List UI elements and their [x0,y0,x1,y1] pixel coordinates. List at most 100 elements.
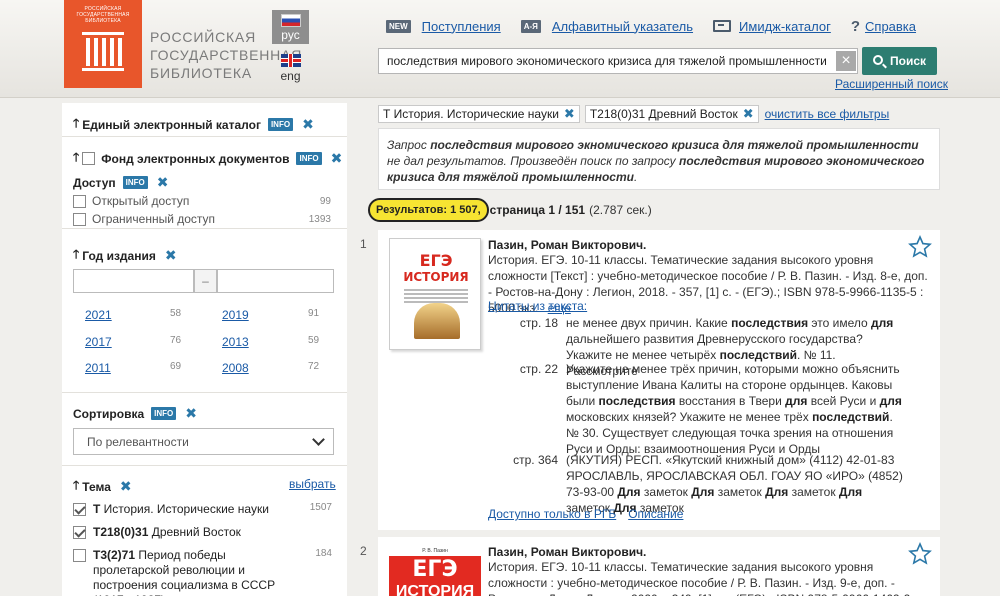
sort-title-row: Сортировка INFO ✖ [73,405,197,422]
search-input[interactable] [379,49,834,73]
access-title-row: Доступ INFO ✖ [73,174,169,191]
year-count: 76 [170,335,182,346]
sort-select[interactable]: По релевантности [73,428,334,455]
search-icon [872,55,883,65]
year-link[interactable]: 2019 [222,308,249,322]
result-card: ЕГЭ ИСТОРИЯ Пазин, Роман Викторович. Исто… [378,230,940,530]
result-number: 2 [360,544,367,558]
chevron-down-icon [312,433,325,446]
result-description: История. ЕГЭ. 10-11 классы. Тематические… [488,560,917,596]
collapse-arrow-icon: 🡑 [73,478,80,492]
description-link[interactable]: Описание [628,507,683,521]
collapse-arrow-icon: 🡑 [73,150,80,164]
info-badge[interactable]: INFO [122,176,148,189]
fund-section: 🡑 Фонд электронных документов INFO ✖ Дос… [62,137,347,229]
nav-new-arrivals-link[interactable]: Поступления [422,19,501,34]
collapse-arrow-icon: 🡑 [73,247,80,261]
year-count: 69 [170,361,182,372]
year-to-input[interactable] [217,269,334,293]
year-range-dash: – [194,269,217,293]
results-summary: Результатов: 1 507, страница 1 / 151 (2.… [368,197,652,223]
russia-flag-icon [280,14,301,27]
book-cover[interactable]: ЕГЭ ИСТОРИЯ [389,238,481,350]
theme-choose-link[interactable]: выбрать [289,477,336,491]
new-badge: NEW [386,19,411,33]
year-from-input[interactable] [73,269,194,293]
access-option-restricted[interactable]: Ограниченный доступ 1393 [73,212,331,226]
nav-alphabetical-index-link[interactable]: Алфавитный указатель [552,19,693,34]
divider [62,465,347,466]
clear-search-icon[interactable]: × [836,51,856,71]
year-link[interactable]: 2011 [85,361,111,375]
cover-illustration [414,303,460,339]
top-navigation: NEW Поступления А-Я Алфавитный указатель… [386,17,936,35]
info-badge[interactable]: INFO [296,152,322,165]
remove-icon[interactable]: ✖ [120,478,132,495]
uk-flag-icon [280,54,301,67]
remove-icon[interactable]: ✖ [157,174,169,191]
nav-image-catalog[interactable]: Имидж-каталог [713,19,831,34]
filter-chip[interactable]: Т История. Исторические науки ✖ [378,105,580,123]
info-badge[interactable]: INFO [267,118,294,131]
year-link[interactable]: 2017 [85,335,112,349]
checkbox[interactable] [73,549,86,562]
catalog-title-row[interactable]: 🡑 Единый электронный каталог INFO ✖ [73,114,314,135]
result-author: Пазин, Роман Викторович. [488,545,647,559]
active-filters: Т История. Исторические науки ✖ Т218(0)3… [378,105,889,123]
advanced-search-link[interactable]: Расширенный поиск [835,77,948,91]
fund-checkbox[interactable] [82,152,96,165]
book-cover[interactable]: Р. В. Пазин ЕГЭ ИСТОРИЯ [389,547,481,596]
catalog-section: 🡑 Единый электронный каталог INFO ✖ [62,103,347,137]
site-header: РОССИЙСКАЯ ГОСУДАРСТВЕННАЯ БИБЛИОТЕКА РО… [0,0,1000,98]
year-link[interactable]: 2013 [222,335,249,349]
year-count: 58 [170,308,182,319]
checkbox[interactable] [73,526,86,539]
query-correction-notice: Запрос последствия мирового экномическог… [378,128,940,190]
logo-text: РОССИЙСКАЯ ГОСУДАРСТВЕННАЯ БИБЛИОТЕКА [76,6,130,24]
year-title-row[interactable]: 🡑 Год издания ✖ [73,245,177,266]
year-count: 72 [308,361,320,372]
checkbox[interactable] [73,212,86,226]
quote-text: Укажите не менее трёх причин, которыми м… [566,362,902,456]
search-box [378,48,858,74]
filter-chip[interactable]: Т218(0)31 Древний Восток ✖ [584,105,759,123]
year-link[interactable]: 2008 [222,361,249,375]
info-badge[interactable]: INFO [151,407,177,420]
clear-all-filters-link[interactable]: очистить все фильтры [765,107,890,121]
remove-icon[interactable]: ✖ [302,116,314,133]
filters-sidebar: 🡑 Единый электронный каталог INFO ✖ 🡑 Фо… [62,103,347,596]
search-time: (2.787 сек.) [589,203,652,217]
nav-new-arrivals[interactable]: NEW Поступления [386,19,501,34]
nav-help[interactable]: ? Справка [851,18,916,35]
quotes-link[interactable]: Цитаты из текста: [488,299,587,313]
remove-icon[interactable]: ✖ [185,405,197,422]
search-button[interactable]: Поиск [862,47,937,75]
remove-icon[interactable]: ✖ [165,247,177,264]
remove-filter-icon[interactable]: ✖ [743,106,754,122]
divider [62,392,347,393]
year-count: 59 [308,335,320,346]
nav-image-catalog-link[interactable]: Имидж-каталог [739,19,831,34]
language-ru-button[interactable]: рус [272,10,309,44]
rgb-logo[interactable]: РОССИЙСКАЯ ГОСУДАРСТВЕННАЯ БИБЛИОТЕКА [64,0,142,88]
language-en-button[interactable]: eng [272,54,309,83]
year-count: 91 [308,308,320,319]
checkbox[interactable] [73,194,86,208]
result-card: Р. В. Пазин ЕГЭ ИСТОРИЯ Пазин, Роман Вик… [378,537,940,596]
available-in-rgb-link[interactable]: Доступно только в РГБ [488,507,616,521]
card-catalog-icon [713,20,732,32]
remove-icon[interactable]: ✖ [331,150,343,167]
library-columns-icon [82,32,124,71]
collapse-arrow-icon: 🡑 [73,116,80,130]
nav-help-link[interactable]: Справка [865,19,916,34]
results-count-badge: Результатов: 1 507, [368,198,489,222]
access-option-open[interactable]: Открытый доступ 99 [73,194,331,208]
nav-alphabetical-index[interactable]: А-Я Алфавитный указатель [520,19,693,34]
result-number: 1 [360,237,367,251]
alphabet-badge: А-Я [520,19,541,33]
checkbox[interactable] [73,503,86,516]
year-link[interactable]: 2021 [85,308,112,322]
fund-title-row[interactable]: 🡑 Фонд электронных документов INFO ✖ [73,148,342,169]
remove-filter-icon[interactable]: ✖ [564,106,575,122]
theme-title-row[interactable]: 🡑 Тема ✖ [73,476,132,497]
